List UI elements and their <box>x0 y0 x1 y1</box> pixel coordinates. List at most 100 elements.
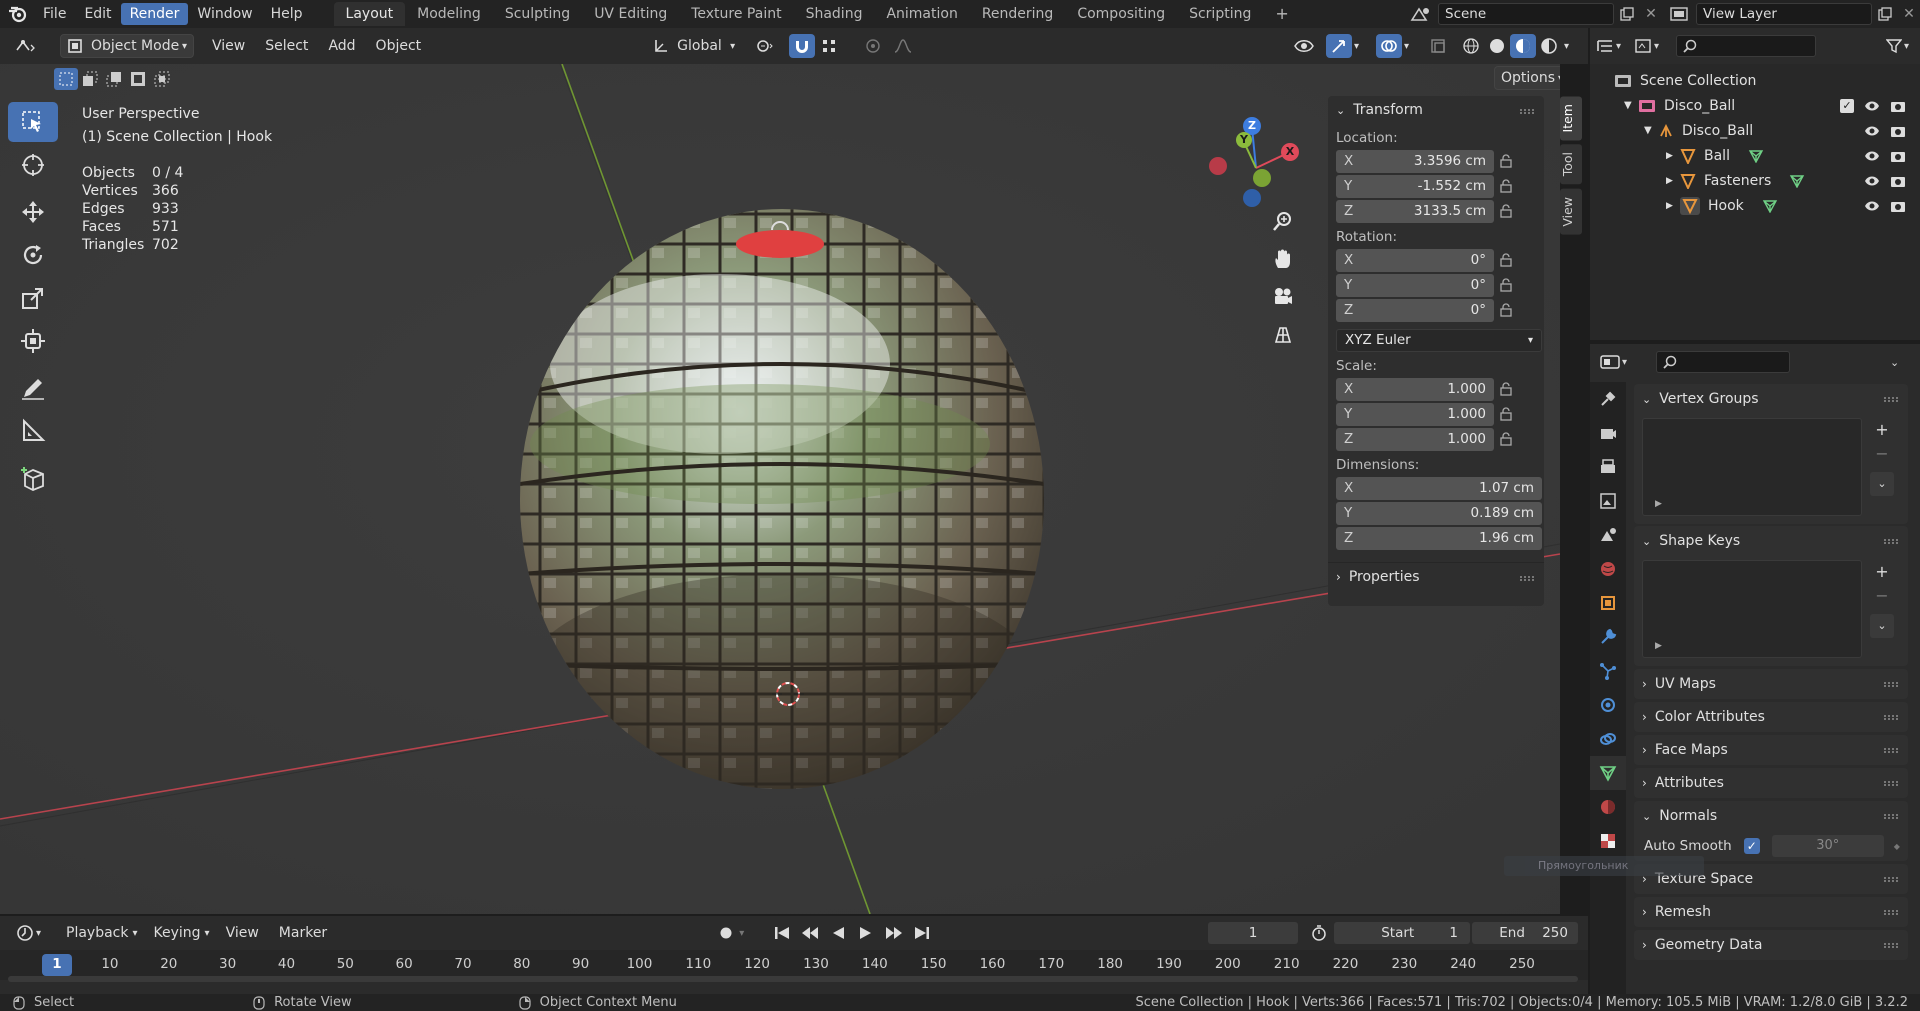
view-layer-icon[interactable] <box>1662 7 1696 21</box>
transform-panel-header[interactable]: ⌄ Transform <box>1328 96 1544 124</box>
select-invert-icon[interactable] <box>126 68 150 90</box>
current-frame-field[interactable]: 1 <box>1208 922 1298 944</box>
eye-icon[interactable] <box>1864 100 1880 112</box>
dimensions-z-field[interactable]: Z 1.96 cm <box>1336 526 1542 550</box>
end-frame-field[interactable]: End 250 <box>1472 922 1578 944</box>
new-scene-icon[interactable] <box>1614 7 1640 21</box>
menu-window[interactable]: Window <box>188 3 261 25</box>
drag-grip-icon[interactable] <box>1520 576 1534 581</box>
auto-keying-icon[interactable]: ▾ <box>713 921 753 945</box>
ortho-grid-icon[interactable] <box>1272 324 1294 346</box>
camera-icon[interactable] <box>1890 174 1906 188</box>
scale-x-field[interactable]: X 1.000 <box>1336 377 1494 401</box>
shape-keys-list[interactable]: ▶ <box>1642 560 1862 658</box>
timeline-view-menu[interactable]: View <box>220 921 265 945</box>
normals-header[interactable]: ⌄ Normals <box>1634 801 1908 831</box>
checkbox-icon[interactable]: ✓ <box>1840 98 1854 113</box>
vertex-group-specials-button[interactable]: ⌄ <box>1870 472 1894 496</box>
attributes-panel[interactable]: › Attributes <box>1634 768 1908 798</box>
outliner-search-input[interactable] <box>1676 35 1816 57</box>
cursor-tool[interactable] <box>8 145 58 185</box>
lock-icon[interactable] <box>1494 382 1518 396</box>
editor-type-button[interactable] <box>8 34 50 58</box>
face-maps-panel[interactable]: › Face Maps <box>1634 735 1908 765</box>
menu-render[interactable]: Render <box>120 3 189 25</box>
jump-keyframe-forward-icon[interactable] <box>881 926 907 940</box>
tab-scripting[interactable]: Scripting <box>1177 2 1263 26</box>
menu-object[interactable]: Object <box>370 34 428 58</box>
jump-start-icon[interactable] <box>769 926 795 940</box>
move-tool[interactable] <box>8 192 58 232</box>
auto-smooth-checkbox[interactable]: ✓ <box>1743 838 1760 854</box>
gizmo-dropdown[interactable]: ▾ <box>1352 34 1370 58</box>
expand-arrow-icon[interactable]: ▶ <box>1655 641 1662 651</box>
outliner-row-disco-ball-empty[interactable]: ▼ Disco_Ball <box>1590 118 1920 143</box>
outliner-editor-type-icon[interactable]: ▾ <box>1596 38 1634 54</box>
menu-edit[interactable]: Edit <box>75 3 120 25</box>
scene-icon[interactable] <box>1404 6 1438 22</box>
shading-solid-icon[interactable] <box>1484 34 1510 58</box>
location-z-field[interactable]: Z 3133.5 cm <box>1336 199 1494 223</box>
drag-grip-icon[interactable] <box>1884 748 1898 753</box>
drag-grip-icon[interactable] <box>1884 781 1898 786</box>
location-x-field[interactable]: X 3.3596 cm <box>1336 149 1494 173</box>
vertex-groups-list[interactable]: ▶ <box>1642 418 1862 516</box>
overlay-toggle-icon[interactable] <box>1376 34 1402 58</box>
new-view-layer-icon[interactable] <box>1872 7 1898 21</box>
geometry-data-panel[interactable]: › Geometry Data <box>1634 930 1908 960</box>
shading-material-icon[interactable] <box>1510 34 1536 58</box>
play-reverse-icon[interactable] <box>825 926 851 940</box>
zoom-icon[interactable] <box>1272 210 1294 232</box>
object-mode-dropdown[interactable]: Object Mode ▾ <box>60 34 194 58</box>
add-workspace-button[interactable]: + <box>1263 2 1300 26</box>
shading-wireframe-icon[interactable] <box>1458 34 1484 58</box>
select-new-icon[interactable] <box>54 68 78 90</box>
scale-z-field[interactable]: Z 1.000 <box>1336 427 1494 451</box>
chevron-down-icon[interactable]: ⌄ <box>1890 356 1920 369</box>
properties-editor-type-icon[interactable]: ▾ <box>1600 354 1640 370</box>
lock-icon[interactable] <box>1494 432 1518 446</box>
drag-grip-icon[interactable] <box>1884 877 1898 882</box>
display-mode-icon[interactable]: ▾ <box>1634 38 1672 54</box>
proportional-edit-icon[interactable] <box>859 34 887 58</box>
lock-icon[interactable] <box>1494 303 1518 317</box>
gizmo-toggle-icon[interactable] <box>1326 34 1352 58</box>
expand-arrow-icon[interactable]: ▶ <box>1666 176 1680 186</box>
scale-tool[interactable] <box>8 278 58 318</box>
measure-tool[interactable] <box>8 411 58 451</box>
drag-grip-icon[interactable] <box>1884 910 1898 915</box>
transform-orientation-dropdown[interactable]: Global ▾ <box>647 34 741 58</box>
falloff-icon[interactable] <box>887 34 919 58</box>
drag-grip-icon[interactable] <box>1520 109 1534 114</box>
color-attributes-panel[interactable]: › Color Attributes <box>1634 702 1908 732</box>
rotate-tool[interactable] <box>8 235 58 275</box>
rotation-x-field[interactable]: X 0° <box>1336 248 1494 272</box>
auto-smooth-angle-field[interactable]: 30° <box>1771 835 1884 857</box>
rotation-mode-dropdown[interactable]: XYZ Euler ▾ <box>1336 328 1542 352</box>
expand-arrow-icon[interactable]: ▶ <box>1655 499 1662 509</box>
menu-select[interactable]: Select <box>259 34 314 58</box>
add-cube-tool[interactable] <box>8 458 58 498</box>
camera-view-icon[interactable] <box>1272 286 1294 308</box>
lock-icon[interactable] <box>1494 204 1518 218</box>
remove-vertex-group-button[interactable]: − <box>1870 442 1894 466</box>
snap-toggle-icon[interactable] <box>789 34 816 58</box>
delete-view-layer-icon[interactable]: ✕ <box>1898 6 1920 22</box>
pan-hand-icon[interactable] <box>1272 248 1294 270</box>
snap-target-icon[interactable] <box>815 34 851 58</box>
camera-icon[interactable] <box>1890 199 1906 213</box>
tab-rendering[interactable]: Rendering <box>970 2 1066 26</box>
3d-viewport[interactable]: User Perspective (1) Scene Collection | … <box>0 64 1560 914</box>
tab-modeling[interactable]: Modeling <box>405 2 493 26</box>
xray-toggle-icon[interactable] <box>1426 34 1452 58</box>
menu-help[interactable]: Help <box>262 3 312 25</box>
shape-keys-header[interactable]: ⌄ Shape Keys <box>1634 526 1908 556</box>
eye-icon[interactable] <box>1864 150 1880 162</box>
tab-sculpting[interactable]: Sculpting <box>493 2 582 26</box>
keyframe-dot-icon[interactable]: ◆ <box>1894 842 1900 851</box>
view-layer-field[interactable]: View Layer <box>1696 3 1872 25</box>
marker-menu[interactable]: Marker <box>273 921 333 945</box>
vertex-groups-header[interactable]: ⌄ Vertex Groups <box>1634 384 1908 414</box>
lock-icon[interactable] <box>1494 278 1518 292</box>
remove-shape-key-button[interactable]: − <box>1870 584 1894 608</box>
